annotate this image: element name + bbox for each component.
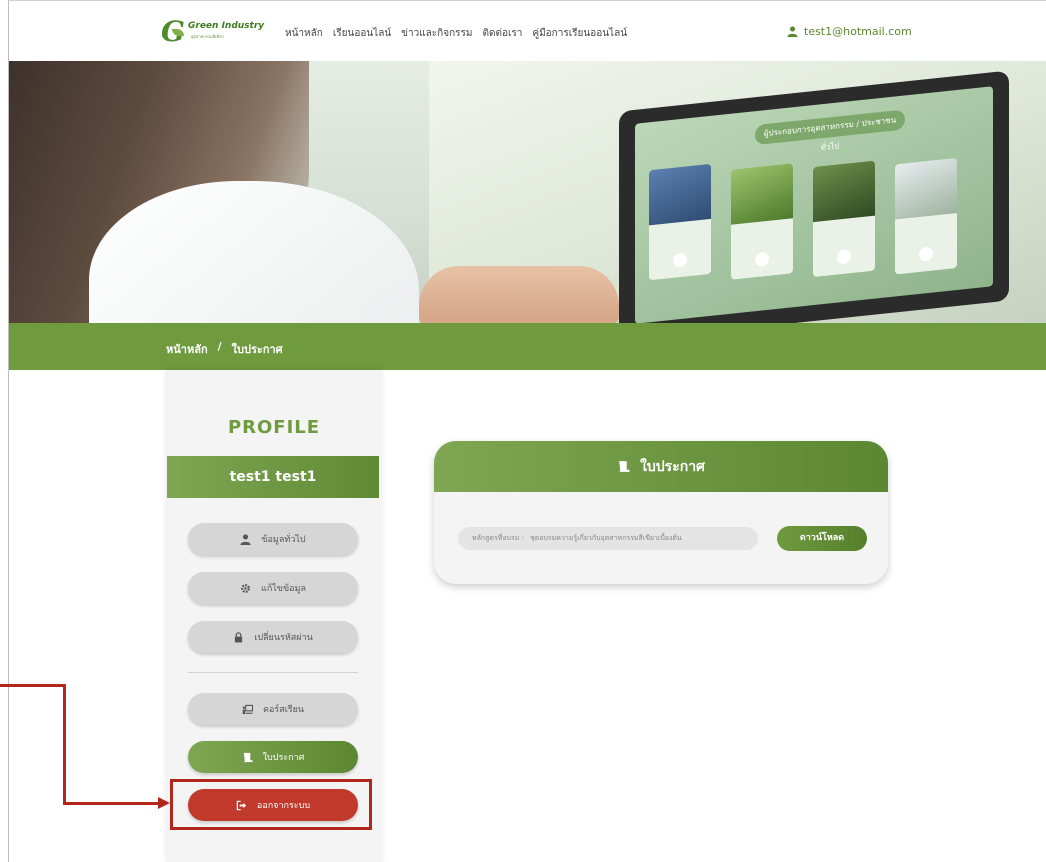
- menu-courses-button[interactable]: คอร์สเรียน: [188, 693, 358, 725]
- lesson-card: [649, 163, 711, 281]
- profile-title: PROFILE: [227, 417, 321, 438]
- hero-banner: ผู้ประกอบการอุตสาหกรรม / ประชาชนทั่วไป: [9, 61, 1046, 323]
- hero-person-hand: [419, 266, 619, 323]
- lesson-card: [813, 160, 875, 278]
- screen-title: ผู้ประกอบการอุตสาหกรรม / ประชาชนทั่วไป: [755, 109, 905, 152]
- course-field: หลักสูตรที่อบรม : ชุดอบรมความรู้เกี่ยวกั…: [458, 527, 758, 550]
- presentation-icon: [242, 704, 253, 714]
- breadcrumb-separator: /: [217, 340, 222, 353]
- menu-divider: [188, 672, 358, 673]
- main-nav: หน้าหลัก เรียนออนไลน์ ข่าวและกิจกรรม ติด…: [285, 26, 627, 41]
- certificate-title: ใบประกาศ: [640, 458, 705, 475]
- nav-manual[interactable]: คู่มือการเรียนออนไลน์: [532, 26, 627, 41]
- site-logo[interactable]: G Green Industry อุตสาหกรรมสีเขียว: [161, 18, 267, 46]
- page-frame: G Green Industry อุตสาหกรรมสีเขียว หน้าห…: [8, 0, 1046, 862]
- annotation-arrow-line: [63, 802, 160, 805]
- course-label: หลักสูตรที่อบรม :: [472, 534, 524, 542]
- user-menu[interactable]: test1@hotmail.com: [787, 25, 912, 38]
- scroll-icon: [618, 461, 630, 472]
- menu-general-info-button[interactable]: ข้อมูลทั่วไป: [188, 523, 358, 555]
- nav-online-learning[interactable]: เรียนออนไลน์: [333, 26, 391, 41]
- annotation-arrow-head: [158, 797, 170, 809]
- logo-brand: Green Industry: [188, 21, 265, 31]
- play-icon: [919, 246, 933, 262]
- nav-home[interactable]: หน้าหลัก: [285, 26, 323, 41]
- menu-change-password-button[interactable]: เปลี่ยนรหัสผ่าน: [188, 621, 358, 653]
- top-header: G Green Industry อุตสาหกรรมสีเขียว หน้าห…: [9, 1, 1046, 61]
- certificate-header: ใบประกาศ: [434, 441, 888, 492]
- gear-icon: [241, 583, 250, 593]
- user-name: test1 test1: [167, 456, 379, 498]
- download-button[interactable]: ดาวน์โหลด: [777, 526, 867, 551]
- menu-certificate-label: ใบประกาศ: [262, 753, 305, 763]
- play-icon: [837, 249, 851, 265]
- nav-news[interactable]: ข่าวและกิจกรรม: [401, 26, 472, 41]
- lock-icon: [235, 631, 243, 643]
- menu-courses-label: คอร์สเรียน: [262, 705, 305, 715]
- scroll-icon: [243, 752, 253, 762]
- lesson-card: [895, 157, 957, 275]
- certificate-card: ใบประกาศ หลักสูตรที่อบรม : ชุดอบรมความรู…: [434, 441, 888, 584]
- annotation-highlight-box: [170, 779, 372, 830]
- user-icon: [240, 533, 251, 545]
- annotation-arrow-line: [63, 684, 66, 805]
- play-icon: [755, 251, 769, 268]
- annotation-arrow-line: [0, 684, 66, 687]
- menu-edit-info-button[interactable]: แก้ไขข้อมูล: [188, 572, 358, 604]
- hero-laptop: ผู้ประกอบการอุตสาหกรรม / ประชาชนทั่วไป: [619, 70, 1009, 323]
- laptop-screen: ผู้ประกอบการอุตสาหกรรม / ประชาชนทั่วไป: [635, 86, 993, 323]
- breadcrumb: หน้าหลัก / ใบประกาศ: [9, 323, 1046, 370]
- breadcrumb-current: ใบประกาศ: [231, 343, 283, 356]
- menu-change-password-label: เปลี่ยนรหัสผ่าน: [254, 633, 313, 643]
- lesson-card: [731, 163, 793, 280]
- breadcrumb-home[interactable]: หน้าหลัก: [166, 340, 208, 358]
- user-icon: [787, 26, 798, 37]
- menu-general-info-label: ข้อมูลทั่วไป: [261, 535, 306, 545]
- user-email: test1@hotmail.com: [804, 25, 912, 38]
- play-icon: [673, 252, 687, 268]
- course-name: ชุดอบรมความรู้เกี่ยวกับอุตสาหกรรมสีเขียว…: [529, 534, 682, 542]
- menu-certificate-button[interactable]: ใบประกาศ: [188, 741, 358, 773]
- menu-edit-info-label: แก้ไขข้อมูล: [261, 584, 306, 594]
- logo-subtitle: อุตสาหกรรมสีเขียว: [191, 34, 224, 39]
- nav-contact[interactable]: ติดต่อเรา: [482, 26, 522, 41]
